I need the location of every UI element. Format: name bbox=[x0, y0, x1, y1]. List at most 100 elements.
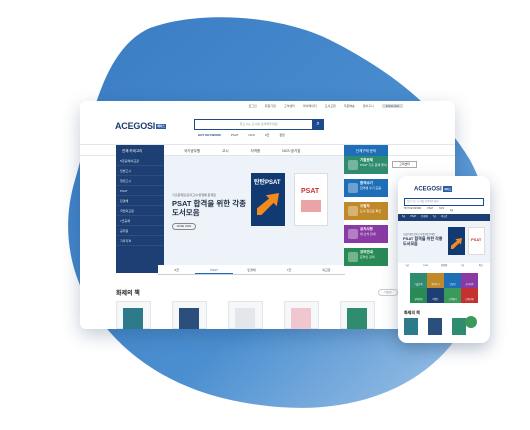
hot-keyword[interactable]: NCS bbox=[248, 133, 254, 137]
mobile-tab-active[interactable]: PSAT bbox=[416, 263, 434, 270]
quick-card[interactable]: 기출문제 PSAT 기출 문제 풀이 bbox=[344, 156, 388, 174]
book-card[interactable] bbox=[172, 301, 207, 329]
book-card[interactable] bbox=[228, 301, 263, 329]
quick-card[interactable]: 강의안내 온라인 강의 bbox=[344, 248, 388, 266]
play-icon bbox=[348, 252, 358, 262]
book-cover bbox=[123, 308, 143, 329]
keyword[interactable]: NCS bbox=[439, 208, 444, 212]
book-card[interactable] bbox=[340, 301, 375, 329]
site-header: ACEGOSI 에이스 찾으시는 도서를 검색해주세요! ⌕ HOT KEYWOR… bbox=[80, 111, 455, 141]
tab[interactable]: 외교관 bbox=[308, 265, 345, 274]
mobile-nav-item[interactable]: 5급 bbox=[402, 214, 405, 221]
tab-active[interactable]: PSAT bbox=[195, 265, 233, 274]
sidebar-item[interactable]: 공무원 bbox=[116, 226, 164, 236]
customer-service-button[interactable]: 고객센터 bbox=[392, 161, 417, 168]
mobile-hero-banner[interactable]: 기출문제집/모의고사/유형별 문제집 PSAT 합격을 위한 각종 도서모음 P… bbox=[398, 221, 490, 263]
util-link-mypage[interactable]: 마이페이지 bbox=[303, 104, 317, 108]
book-1-title: 탄탄PSAT bbox=[254, 180, 281, 186]
hot-keyword[interactable]: 9급 bbox=[265, 133, 269, 137]
hero-title: PSAT 합격을 위한 각종 도서모음 bbox=[172, 199, 246, 217]
mobile-tab[interactable]: 민경채 bbox=[435, 263, 453, 270]
quick-card-desc: 도서 정오표 확인 bbox=[360, 209, 381, 213]
sidebar-item[interactable]: 7급공채 bbox=[116, 216, 164, 226]
sidebar-item[interactable]: 국립외교원 bbox=[116, 206, 164, 216]
featured-books-row bbox=[116, 301, 406, 329]
sidebar-item[interactable]: 5급공채/외교관 bbox=[116, 156, 164, 166]
mobile-quick-item[interactable]: 강의안내 bbox=[410, 288, 427, 303]
keyword[interactable]: 9급 bbox=[450, 208, 453, 212]
mobile-book-card[interactable] bbox=[452, 318, 466, 335]
mobile-nav-item[interactable]: PSAT bbox=[410, 214, 416, 221]
sidebar-item[interactable]: 행정고시 bbox=[116, 176, 164, 186]
book-cover bbox=[179, 308, 199, 329]
mobile-tab[interactable]: 외교 bbox=[472, 263, 490, 270]
hero-banner[interactable]: 기출문제집/모의고사/유형별 문제집 PSAT 합격을 위한 각종 도서모음 M… bbox=[164, 156, 344, 273]
hero-more-button[interactable]: MORE VIEW bbox=[172, 223, 196, 230]
keyword[interactable]: PSAT bbox=[427, 208, 433, 212]
mobile-quick-item[interactable]: 합격수기 bbox=[427, 273, 444, 288]
quick-card[interactable]: 공지사항 새 소식 안내 bbox=[344, 225, 388, 243]
sidebar-item[interactable]: PSAT bbox=[116, 186, 164, 196]
quick-card-desc: PSAT 기출 문제 풀이 bbox=[360, 163, 387, 167]
mobile-quick-item[interactable]: 고객센터 bbox=[444, 288, 461, 303]
mobile-logo[interactable]: ACEGOSI 에이스 bbox=[414, 186, 453, 193]
mobile-quick-item[interactable]: 기출문제 bbox=[410, 273, 427, 288]
floating-chat-button[interactable] bbox=[465, 316, 477, 328]
mobile-keywords: HOT KEYWORD PSAT NCS 9급 bbox=[404, 208, 453, 212]
site-logo[interactable]: ACEGOSI 에이스 bbox=[115, 121, 166, 131]
mobile-logo-tag: 에이스 bbox=[443, 186, 453, 192]
hot-keyword[interactable]: PSAT bbox=[231, 133, 239, 137]
mobile-book-card[interactable] bbox=[428, 318, 442, 335]
mobile-quick-grid: 기출문제 합격수기 오탈자 공지사항 강의안내 이벤트 고객센터 단체구매 bbox=[410, 273, 478, 303]
logo-tag: 에이스 bbox=[156, 124, 166, 130]
section-more-button[interactable]: 더보기 bbox=[378, 289, 398, 296]
sidebar-item[interactable]: 입법고시 bbox=[116, 166, 164, 176]
util-link-orders[interactable]: 주문배송 bbox=[344, 104, 355, 108]
mobile-quick-item[interactable]: 오탈자 bbox=[444, 273, 461, 288]
hot-keyword[interactable]: 경찰 bbox=[279, 133, 285, 137]
mobile-hero-title: PSAT 합격을 위한 각종 도서모음 bbox=[403, 236, 443, 246]
sidebar-item[interactable]: 기타자격 bbox=[116, 236, 164, 246]
showcase-stage: 로그인 회원가입 고객센터 마이페이지 도서교환 주문배송 장바구니 ENGLI… bbox=[0, 0, 530, 430]
quick-card[interactable]: 합격수기 합격생 수기 모음 bbox=[344, 179, 388, 197]
mobile-quick-item[interactable]: 공지사항 bbox=[461, 273, 478, 288]
book-cover-1[interactable]: 탄탄PSAT bbox=[251, 173, 285, 226]
mobile-tab[interactable]: 5급 bbox=[398, 263, 416, 270]
sidebar-item[interactable]: 민경채 bbox=[116, 196, 164, 206]
util-link-join[interactable]: 회원가입 bbox=[265, 104, 276, 108]
util-link-cart[interactable]: 장바구니 bbox=[363, 104, 374, 108]
book-card[interactable] bbox=[284, 301, 319, 329]
utility-bar: 로그인 회원가입 고객센터 마이페이지 도서교환 주문배송 장바구니 ENGLI… bbox=[80, 101, 455, 111]
mobile-quick-item[interactable]: 단체구매 bbox=[461, 288, 478, 303]
tab[interactable]: 5급 bbox=[158, 265, 195, 274]
util-link-login[interactable]: 로그인 bbox=[249, 104, 257, 108]
mobile-device: ACEGOSI 에이스 찾으시는 도서를 검색해주세요! HOT KEYWORD… bbox=[398, 176, 490, 343]
arrow-up-icon bbox=[257, 193, 279, 215]
mobile-book-cover-1[interactable] bbox=[448, 227, 465, 255]
mobile-book-cover-2[interactable]: PSAT bbox=[468, 227, 485, 255]
mobile-book-card[interactable] bbox=[404, 318, 418, 335]
mobile-nav-item[interactable]: 민경채 bbox=[421, 214, 427, 221]
book-card[interactable] bbox=[116, 301, 151, 329]
mobile-quick-item[interactable]: 이벤트 bbox=[427, 288, 444, 303]
language-button[interactable]: ENGLISH bbox=[381, 104, 403, 108]
search-input[interactable]: 찾으시는 도서를 검색해주세요! bbox=[194, 119, 324, 130]
book-cover-2[interactable]: PSAT bbox=[294, 173, 328, 226]
quick-card[interactable]: 오탈자 도서 정오표 확인 bbox=[344, 202, 388, 220]
mobile-nav-item[interactable]: 외교관 bbox=[441, 214, 447, 221]
book-cover-art bbox=[301, 200, 321, 212]
search-icon[interactable]: ⌕ bbox=[312, 119, 324, 130]
quick-card-desc: 온라인 강의 bbox=[360, 255, 375, 259]
tab[interactable]: 7급 bbox=[270, 265, 307, 274]
util-link-exchange[interactable]: 도서교환 bbox=[325, 104, 336, 108]
category-sidebar: 5급공채/외교관 입법고시 행정고시 PSAT 민경채 국립외교원 7급공채 공… bbox=[116, 156, 164, 273]
mobile-tabs: 5급 PSAT 민경채 7급 외교 bbox=[398, 263, 490, 270]
util-link-cs[interactable]: 고객센터 bbox=[284, 104, 295, 108]
mobile-search-input[interactable]: 찾으시는 도서를 검색해주세요! bbox=[404, 198, 484, 206]
document-icon bbox=[348, 206, 358, 216]
pen-icon bbox=[348, 183, 358, 193]
tab[interactable]: 민경채 bbox=[233, 265, 270, 274]
mobile-tab[interactable]: 7급 bbox=[453, 263, 471, 270]
mobile-nav-item[interactable]: 7급 bbox=[433, 214, 436, 221]
hero-tabs: 5급 PSAT 민경채 7급 외교관 bbox=[158, 265, 345, 275]
